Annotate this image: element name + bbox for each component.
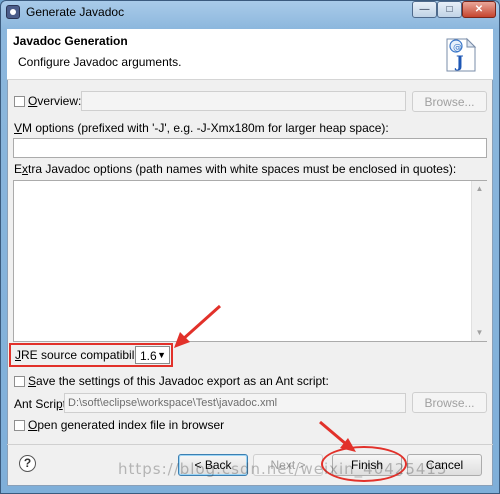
save-ant-script-label: Save the settings of this Javadoc export…: [28, 374, 329, 388]
overview-label: Overview:: [28, 94, 82, 108]
footer-separator: [7, 444, 493, 445]
scroll-up-icon[interactable]: ▲: [472, 181, 487, 197]
jre-compat-label: JRE source compatibility:: [15, 348, 150, 362]
overview-checkbox[interactable]: [14, 96, 25, 107]
extra-options-label: Extra Javadoc options (path names with w…: [14, 162, 457, 176]
ant-script-browse-button[interactable]: Browse...: [412, 392, 487, 413]
annotation-arrow-jre: [174, 304, 222, 348]
title-bar[interactable]: Generate Javadoc — □ ✕: [0, 0, 500, 24]
window-title: Generate Javadoc: [26, 5, 125, 19]
vm-options-label: VM options (prefixed with '-J', e.g. -J-…: [14, 121, 389, 135]
watermark-text: https://blog.csdn.net/weixin_40425415: [118, 460, 448, 478]
jre-compat-select[interactable]: 1.6 ▼: [135, 346, 170, 364]
banner-subtitle: Configure Javadoc arguments.: [18, 55, 182, 69]
open-index-label: Open generated index file in browser: [28, 418, 225, 432]
overview-input[interactable]: [81, 91, 406, 111]
annotation-arrow-finish: [319, 420, 356, 452]
maximize-button[interactable]: □: [437, 1, 462, 18]
eclipse-app-icon: [6, 5, 20, 19]
ant-script-label: Ant Script:: [14, 397, 69, 411]
javadoc-file-icon: @ J: [446, 37, 477, 72]
banner-title: Javadoc Generation: [13, 34, 128, 48]
scroll-down-icon[interactable]: ▼: [472, 325, 487, 341]
ant-script-input[interactable]: D:\soft\eclipse\workspace\Test\javadoc.x…: [64, 393, 406, 413]
close-button[interactable]: ✕: [462, 1, 496, 18]
minimize-button[interactable]: —: [412, 1, 437, 18]
extra-options-vertical-scrollbar[interactable]: ▲ ▼: [471, 181, 487, 341]
open-index-checkbox[interactable]: [14, 420, 25, 431]
save-ant-script-checkbox[interactable]: [14, 376, 25, 387]
extra-options-textarea[interactable]: [13, 180, 487, 342]
vm-options-input[interactable]: [13, 138, 487, 158]
chevron-down-icon: ▼: [157, 350, 166, 360]
overview-browse-button[interactable]: Browse...: [412, 91, 487, 112]
help-icon[interactable]: ?: [19, 455, 36, 472]
svg-text:J: J: [454, 52, 464, 71]
